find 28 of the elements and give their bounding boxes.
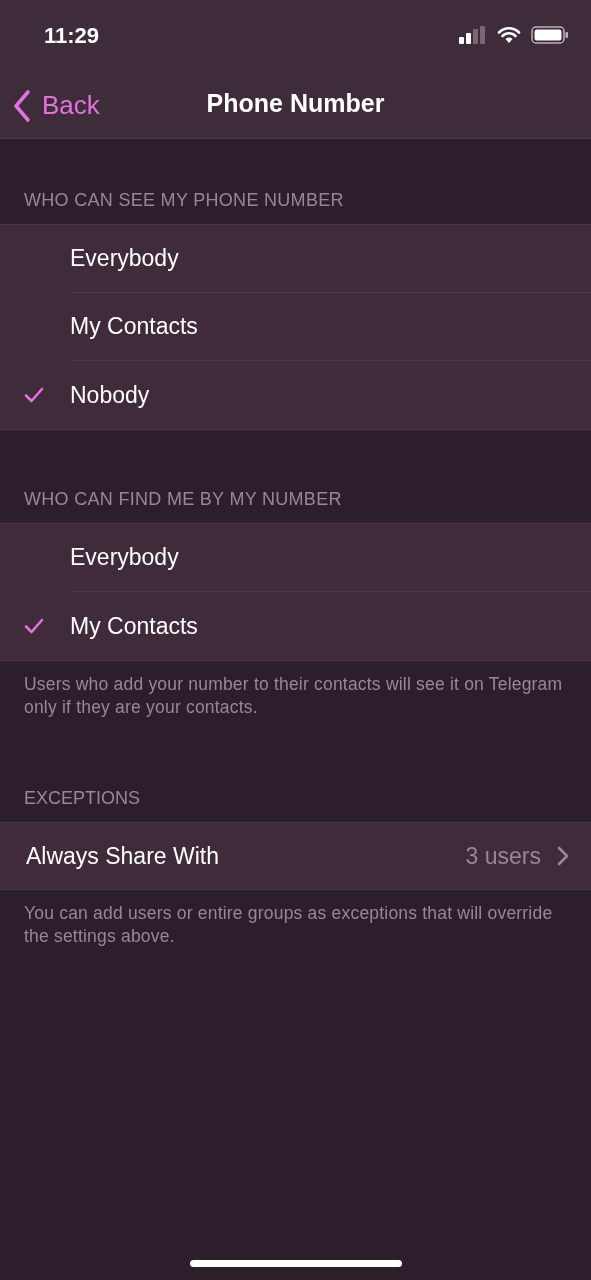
section-footer: You can add users or entire groups as exceptions that will override the settings above.	[0, 890, 591, 948]
status-time: 11:29	[44, 21, 100, 50]
option-label: Nobody	[70, 380, 150, 410]
back-button[interactable]: Back	[12, 86, 100, 125]
option-label: My Contacts	[70, 312, 198, 342]
checkmark-icon	[24, 387, 44, 403]
section-header: WHO CAN SEE MY PHONE NUMBER	[23, 189, 345, 212]
option-row[interactable]: Nobody	[0, 361, 591, 429]
battery-icon	[531, 26, 569, 44]
section-header: EXCEPTIONS	[23, 787, 142, 810]
exception-row[interactable]: Always Share With 3 users	[0, 823, 591, 889]
option-label: Everybody	[70, 543, 179, 573]
chevron-left-icon	[12, 88, 32, 123]
option-row[interactable]: Everybody	[0, 524, 591, 592]
signal-icon	[459, 26, 487, 44]
section-header: WHO CAN FIND ME BY MY NUMBER	[23, 488, 343, 511]
option-label: Everybody	[70, 244, 179, 274]
page-title: Phone Number	[206, 88, 385, 120]
checkmark-icon	[24, 618, 44, 634]
option-row[interactable]: Everybody	[0, 225, 591, 293]
option-row[interactable]: My Contacts	[0, 592, 591, 660]
row-label: Always Share With	[26, 841, 220, 871]
section-footer: Users who add your number to their contacts will see it on Telegram only if they are your contacts.	[0, 661, 591, 719]
wifi-icon	[497, 26, 521, 44]
row-value: 3 users	[465, 841, 541, 871]
option-label: My Contacts	[70, 611, 198, 641]
chevron-right-icon	[557, 846, 569, 866]
option-row[interactable]: My Contacts	[0, 293, 591, 361]
